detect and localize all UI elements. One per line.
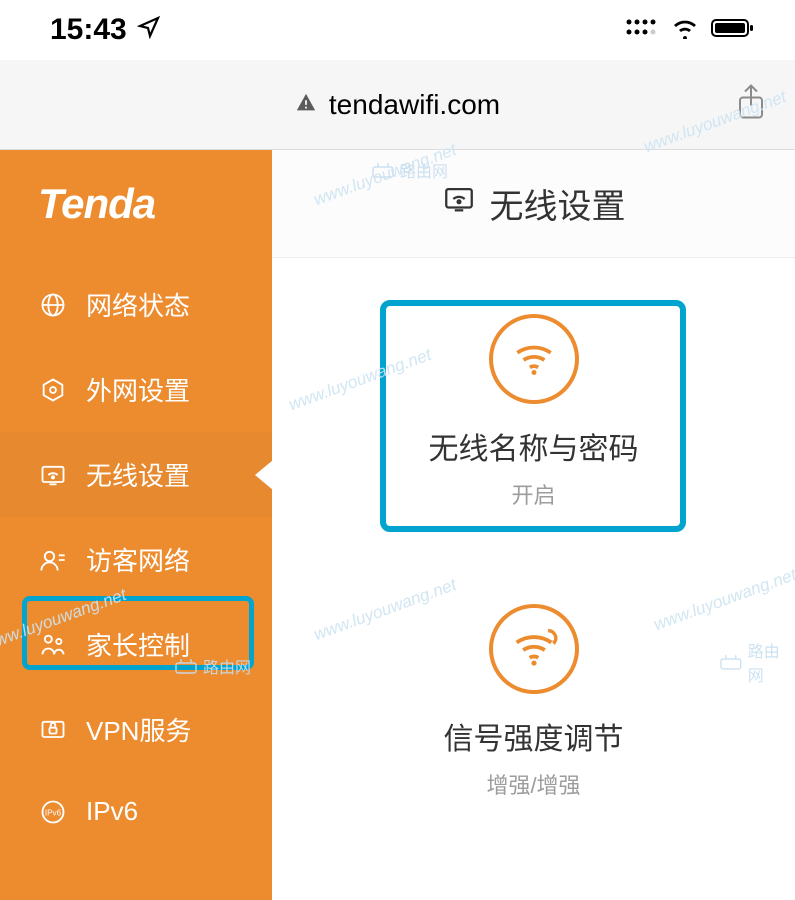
signal-adjust-icon (489, 604, 579, 694)
sidebar-item-label: 网络状态 (86, 286, 190, 323)
sidebar-item-ipv6[interactable]: IPv6 IPv6 (0, 772, 272, 851)
status-time: 15:43 (50, 13, 127, 47)
sidebar-item-guest-network[interactable]: 访客网络 (0, 517, 272, 602)
sidebar-item-label: VPN服务 (86, 711, 191, 748)
sidebar-item-network-status[interactable]: 网络状态 (0, 262, 272, 347)
sidebar: Tenda 网络状态 外网设置 (0, 150, 272, 900)
sidebar-item-label: IPv6 (86, 796, 138, 827)
sidebar-item-label: 家长控制 (86, 626, 190, 663)
battery-icon (711, 17, 755, 44)
vpn-icon (38, 716, 68, 744)
status-indicators (625, 16, 755, 45)
card-signal-strength[interactable]: 信号强度调节 增强/增强 (416, 590, 652, 810)
card-title: 无线名称与密码 (429, 424, 639, 468)
location-icon (137, 13, 161, 47)
browser-url-bar[interactable]: tendawifi.com (0, 60, 795, 150)
sidebar-item-wireless-settings[interactable]: 无线设置 (0, 432, 272, 517)
card-wifi-name-password[interactable]: 无线名称与密码 开启 (401, 300, 667, 520)
share-button[interactable] (735, 83, 767, 126)
sidebar-item-wan-settings[interactable]: 外网设置 (0, 347, 272, 432)
sidebar-item-vpn[interactable]: VPN服务 (0, 687, 272, 772)
parental-icon (38, 631, 68, 659)
card-status: 开启 (511, 478, 555, 510)
sidebar-item-label: 无线设置 (86, 456, 190, 493)
content-area: 无线设置 无线名称与密码 开启 (272, 150, 795, 900)
monitor-wifi-icon (38, 461, 68, 489)
card-title: 信号强度调节 (444, 714, 624, 758)
svg-text:IPv6: IPv6 (45, 808, 62, 817)
ipv6-icon: IPv6 (38, 798, 68, 826)
card-status: 增强/增强 (486, 768, 580, 800)
wifi-icon (489, 314, 579, 404)
status-bar: 15:43 (0, 0, 795, 60)
page-header: 无线设置 (272, 150, 795, 258)
globe-icon (38, 291, 68, 319)
brand-logo: Tenda (0, 150, 272, 262)
guest-icon (38, 546, 68, 574)
sidebar-item-label: 访客网络 (86, 541, 190, 578)
monitor-wifi-icon (442, 182, 476, 225)
page-title: 无线设置 (490, 179, 626, 228)
sidebar-item-parental-control[interactable]: 家长控制 (0, 602, 272, 687)
lock-warning-icon (295, 89, 317, 121)
browser-url: tendawifi.com (329, 89, 500, 121)
cellular-icon (625, 16, 659, 45)
hexagon-icon (38, 376, 68, 404)
sidebar-item-label: 外网设置 (86, 371, 190, 408)
wifi-icon (671, 17, 699, 44)
